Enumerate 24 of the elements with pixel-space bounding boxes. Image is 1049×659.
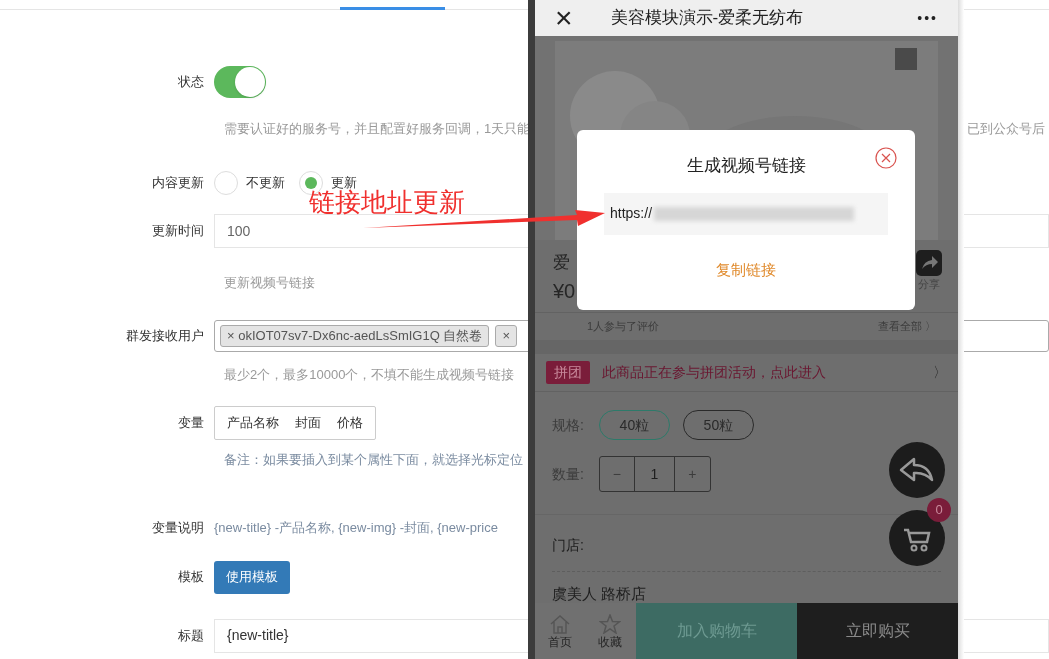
radio-label: 不更新 (246, 174, 285, 193)
hint-text: 备注：如果要插入到某个属性下面，就选择光标定位 (224, 452, 523, 467)
store-label: 门店: (552, 537, 584, 553)
group-buy-badge: 拼团 (546, 361, 590, 384)
field-label: 模板 (177, 568, 205, 587)
hint-text: 最少2个，最多10000个，不填不能生成视频号链接 (224, 367, 515, 382)
field-label: 状态 (177, 73, 205, 92)
cart-badge: 0 (927, 498, 951, 522)
hint-text: 更新视频号链接 (224, 275, 315, 290)
field-label: 更新时间 (151, 222, 205, 241)
page-title: 美容模块演示-爱柔无纺布 (610, 7, 804, 30)
chevron-icon: 〉 (933, 362, 947, 383)
dialog-title: 生成视频号链接 (686, 155, 806, 177)
field-label: 变量说明 (151, 519, 205, 537)
product-price: ¥0 (553, 278, 576, 304)
product-name: 爱 (553, 252, 571, 274)
quantity-value: 1 (634, 457, 675, 491)
field-label: 群发接收用户 (125, 327, 205, 346)
field-label: 标题 (177, 626, 205, 645)
field-label: 内容更新 (151, 174, 205, 193)
hint-text: 已到公众号后 (967, 121, 1045, 136)
variable-description: {new-title} -产品名称, {new-img} -封面, {new-price (214, 519, 498, 537)
store-name: 虞美人 路桥店 (552, 585, 647, 602)
field-label: 变量 (177, 414, 205, 433)
